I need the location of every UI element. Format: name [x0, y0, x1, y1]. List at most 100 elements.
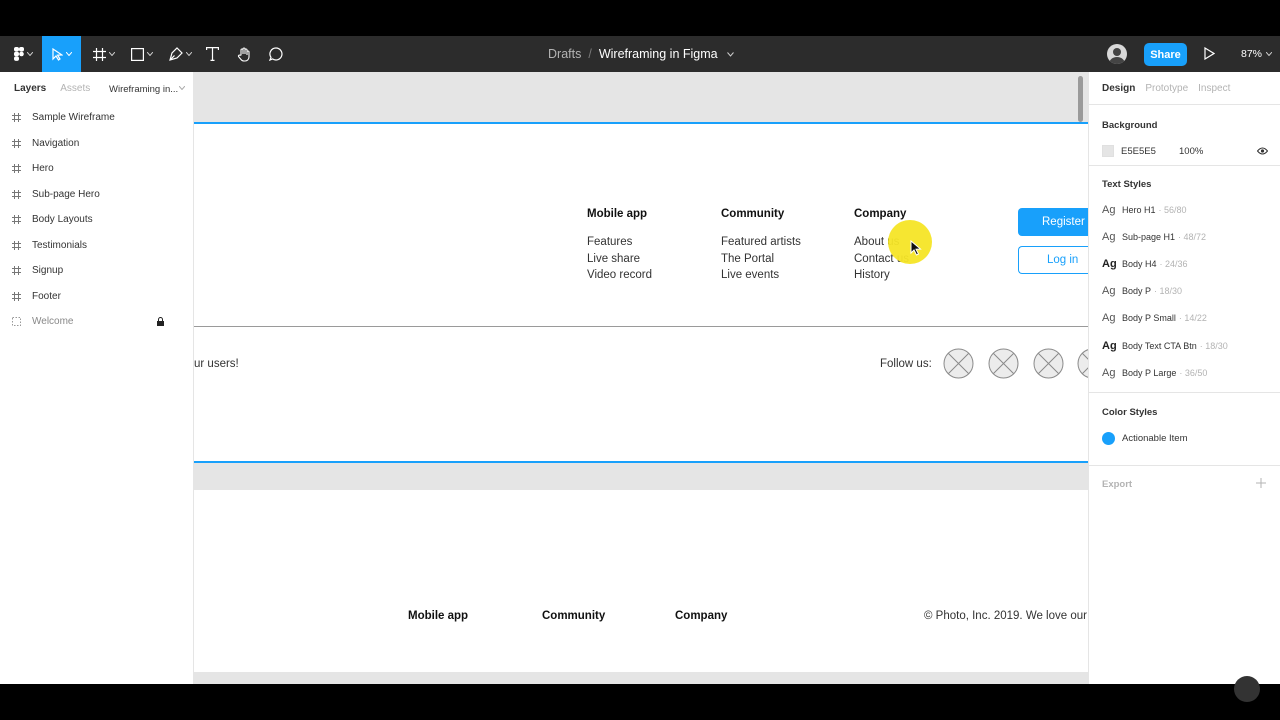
footer2-heading: Mobile app: [408, 610, 469, 622]
toolbar: Drafts / Wireframing in Figma Share 87%: [0, 36, 1280, 72]
hand-tool-icon[interactable]: [233, 36, 255, 72]
footer-divider: [194, 326, 1088, 327]
social-placeholder-icon[interactable]: [1077, 348, 1088, 379]
chevron-down-icon: [1266, 52, 1273, 56]
text-style-name: Hero H1: [1122, 204, 1156, 215]
footer-link[interactable]: History: [854, 269, 890, 281]
frame-icon: [0, 266, 32, 276]
layer-item[interactable]: Navigation: [0, 131, 193, 157]
comment-tool-icon[interactable]: [266, 36, 286, 72]
text-style-preview-icon: Ag: [1102, 285, 1116, 298]
text-style-item[interactable]: Ag Hero H1 · 56/80: [1089, 196, 1280, 223]
text-style-name: Body H4: [1122, 258, 1157, 269]
footer-frame-2[interactable]: Mobile app Community Company © Photo, In…: [194, 490, 1088, 672]
background-section: Background E5E5E5 100%: [1089, 105, 1280, 166]
text-style-item[interactable]: Ag Body P · 18/30: [1089, 278, 1280, 305]
social-placeholder-icon[interactable]: [1033, 348, 1064, 379]
background-swatch[interactable]: [1102, 145, 1114, 157]
layer-item[interactable]: Welcome: [0, 309, 193, 335]
eye-icon[interactable]: [1257, 147, 1268, 155]
register-button[interactable]: Register: [1018, 208, 1088, 236]
tab-layers[interactable]: Layers: [14, 83, 46, 94]
left-panel-tabs: Layers Assets Wireframing in...: [0, 72, 193, 105]
layer-item[interactable]: Sub-page Hero: [0, 182, 193, 208]
footer-link[interactable]: Features: [587, 236, 632, 248]
page-selector[interactable]: Wireframing in...: [109, 84, 178, 95]
login-button[interactable]: Log in: [1018, 246, 1088, 274]
layer-item[interactable]: Footer: [0, 284, 193, 310]
present-play-icon[interactable]: [1204, 46, 1216, 65]
text-styles-heading: Text Styles: [1102, 179, 1152, 190]
export-section[interactable]: Export: [1089, 466, 1280, 502]
plus-icon[interactable]: [1256, 478, 1266, 489]
text-style-meta: · 18/30: [1199, 340, 1228, 351]
help-button[interactable]: [1234, 676, 1260, 702]
text-style-meta: · 18/30: [1154, 286, 1183, 297]
move-tool-icon[interactable]: [42, 36, 81, 72]
user-avatar[interactable]: [1107, 44, 1127, 64]
text-style-preview-icon: Ag: [1102, 339, 1117, 352]
canvas[interactable]: Mobile app Features Live share Video record…: [194, 72, 1088, 684]
text-style-meta: · 14/22: [1178, 313, 1207, 324]
text-style-name: Body Text CTA Btn: [1122, 340, 1197, 351]
text-style-item[interactable]: Ag Body P Large · 36/50: [1089, 359, 1280, 386]
layer-label: Body Layouts: [32, 214, 93, 226]
chevron-down-icon[interactable]: [179, 86, 185, 90]
social-placeholder-icon[interactable]: [943, 348, 974, 379]
text-style-item[interactable]: Ag Body P Small · 14/22: [1089, 305, 1280, 332]
text-style-preview-icon: Ag: [1102, 366, 1116, 379]
frame-tool-icon[interactable]: [88, 36, 120, 72]
tab-prototype[interactable]: Prototype: [1145, 83, 1188, 94]
text-style-preview-icon: Ag: [1102, 312, 1116, 325]
color-styles-section: Color Styles Actionable Item: [1089, 393, 1280, 467]
background-hex[interactable]: E5E5E5: [1121, 146, 1156, 157]
footer-link[interactable]: Live events: [721, 269, 779, 281]
layer-item[interactable]: Signup: [0, 258, 193, 284]
background-row[interactable]: E5E5E5 100%: [1089, 137, 1280, 165]
color-styles-heading: Color Styles: [1102, 407, 1158, 419]
color-style-item[interactable]: Actionable Item: [1089, 423, 1280, 453]
footer-link[interactable]: The Portal: [721, 253, 774, 265]
export-label: Export: [1102, 478, 1133, 490]
text-style-item[interactable]: Ag Sub-page H1 · 48/72: [1089, 223, 1280, 250]
layer-label: Welcome: [32, 316, 74, 328]
text-style-item[interactable]: Ag Body Text CTA Btn · 18/30: [1089, 332, 1280, 359]
layer-label: Signup: [32, 265, 64, 277]
layer-item[interactable]: Sample Wireframe: [0, 105, 193, 131]
shape-tool-icon[interactable]: [126, 36, 158, 72]
tab-design[interactable]: Design: [1102, 83, 1135, 94]
layer-item[interactable]: Body Layouts: [0, 207, 193, 233]
chevron-down-icon[interactable]: [726, 51, 734, 57]
social-placeholder-icon[interactable]: [988, 348, 1019, 379]
footer-tagline: ur users!: [194, 358, 239, 370]
background-opacity[interactable]: 100%: [1179, 146, 1203, 157]
layer-item[interactable]: Testimonials: [0, 233, 193, 259]
canvas-scrollbar[interactable]: [1078, 76, 1083, 122]
text-style-name: Body P Small: [1122, 313, 1176, 324]
breadcrumb-drafts[interactable]: Drafts: [548, 47, 581, 61]
footer-link[interactable]: Video record: [587, 269, 652, 281]
tab-inspect[interactable]: Inspect: [1198, 83, 1230, 94]
share-button[interactable]: Share: [1144, 43, 1187, 66]
layer-label: Footer: [32, 290, 61, 302]
lock-icon[interactable]: [157, 317, 164, 329]
footer-link[interactable]: Live share: [587, 253, 640, 265]
figma-menu-icon[interactable]: [8, 36, 38, 72]
frame-icon: [0, 189, 32, 199]
tab-assets[interactable]: Assets: [60, 83, 90, 94]
color-style-swatch: [1102, 431, 1115, 445]
footer2-heading: Company: [675, 610, 728, 622]
pen-tool-icon[interactable]: [164, 36, 196, 72]
file-breadcrumb[interactable]: Drafts / Wireframing in Figma: [548, 36, 734, 72]
layer-item[interactable]: Hero: [0, 156, 193, 182]
file-title[interactable]: Wireframing in Figma: [599, 47, 718, 61]
zoom-menu[interactable]: 87%: [1241, 36, 1273, 72]
text-style-item[interactable]: Ag Body H4 · 24/36: [1089, 250, 1280, 277]
footer-column-heading: Company: [854, 208, 907, 220]
footer-link[interactable]: Featured artists: [721, 236, 801, 248]
color-style-name: Actionable Item: [1122, 432, 1188, 444]
frame-icon: [0, 240, 32, 250]
text-style-name: Body P Large: [1122, 367, 1177, 378]
text-tool-icon[interactable]: [202, 36, 222, 72]
footer-frame[interactable]: Mobile app Features Live share Video record…: [194, 122, 1088, 463]
